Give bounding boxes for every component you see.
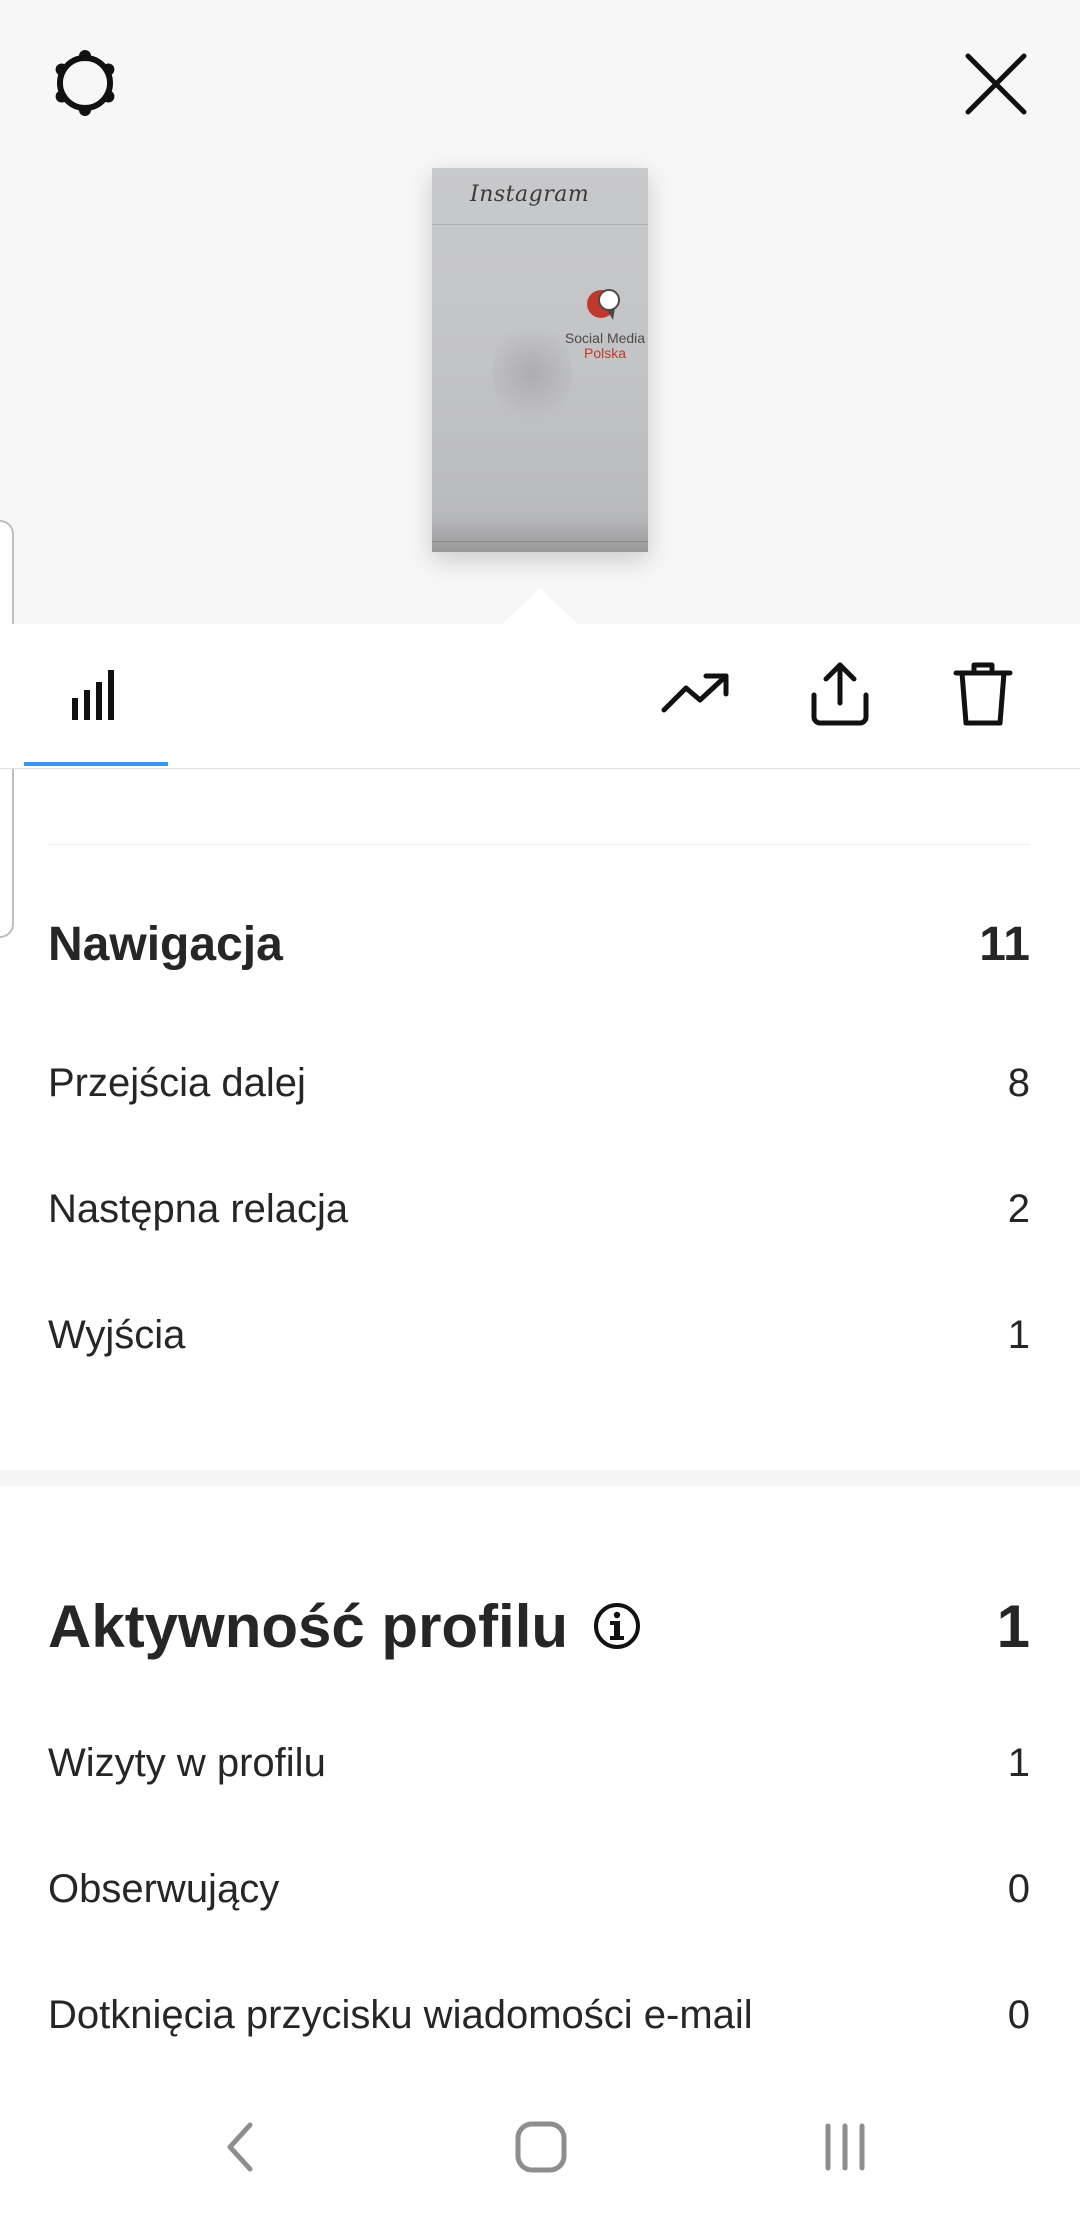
tab-insights[interactable] (24, 624, 168, 768)
metric-value: 8 (1007, 1060, 1030, 1105)
preview-pointer (502, 588, 578, 624)
instagram-wordmark: Instagram (470, 182, 590, 207)
home-button[interactable] (486, 2104, 596, 2194)
story-preview-area: Instagram Social Media Polska (0, 0, 1080, 624)
metric-value: 0 (1007, 1866, 1030, 1911)
divider (48, 844, 1030, 845)
info-icon[interactable] (592, 1601, 642, 1651)
tab-active-indicator (24, 762, 168, 766)
navigation-header: Nawigacja 11 (48, 914, 1030, 974)
list-item: Wyjścia 1 (48, 1310, 1030, 1360)
metric-label: Obserwujący (48, 1866, 280, 1911)
metric-label: Przejścia dalej (48, 1060, 306, 1105)
promote-button[interactable] (658, 658, 734, 734)
share-button[interactable] (802, 658, 878, 734)
metric-value: 1 (1007, 1312, 1030, 1357)
system-navigation-bar (0, 2080, 1080, 2220)
list-item: Obserwujący 0 (48, 1864, 1030, 1914)
navigation-total: 11 (979, 917, 1030, 971)
recents-icon (820, 2122, 870, 2177)
social-media-polska-logo: Social Media Polska (562, 286, 648, 382)
close-icon (964, 52, 1028, 121)
metric-value: 0 (1007, 1992, 1030, 2037)
metric-value: 1 (1007, 1740, 1030, 1785)
share-icon (808, 659, 872, 734)
metric-label: Dotknięcia przycisku wiadomości e-mail (48, 1992, 753, 2037)
recents-button[interactable] (790, 2104, 900, 2194)
section-divider (0, 1470, 1080, 1486)
list-item: Wizyty w profilu 1 (48, 1738, 1030, 1788)
metric-label: Wyjścia (48, 1312, 186, 1357)
logo-text-line2: Polska (583, 345, 627, 361)
metric-label: Wizyty w profilu (48, 1740, 326, 1785)
story-thumbnail[interactable]: Instagram Social Media Polska (432, 168, 648, 552)
trash-icon (952, 659, 1014, 734)
story-thumbnail-footer (432, 541, 648, 542)
metric-label: Następna relacja (48, 1186, 349, 1231)
trending-up-icon (660, 670, 732, 723)
profile-activity-total: 1 (996, 1592, 1030, 1660)
settings-icon (49, 47, 121, 124)
list-item: Przejścia dalej 8 (48, 1058, 1030, 1108)
bar-chart-icon (66, 664, 126, 729)
profile-activity-title: Aktywność profilu (48, 1592, 569, 1660)
logo-text-line1: Social Media (564, 330, 646, 346)
list-item: Następna relacja 2 (48, 1184, 1030, 1234)
speech-bubble-icon (587, 289, 620, 320)
profile-activity-header: Aktywność profilu 1 (48, 1584, 1030, 1668)
back-button[interactable] (185, 2104, 295, 2194)
list-item: Dotknięcia przycisku wiadomości e-mail 0 (48, 1990, 1030, 2040)
back-icon (220, 2119, 260, 2180)
navigation-title: Nawigacja (48, 917, 283, 971)
home-icon (513, 2119, 569, 2180)
story-toolbar (0, 624, 1080, 769)
settings-button[interactable] (40, 40, 130, 130)
delete-button[interactable] (945, 658, 1021, 734)
blurred-subject (492, 318, 572, 428)
metric-value: 2 (1007, 1186, 1030, 1231)
profile-activity-title-wrap: Aktywność profilu (48, 1592, 642, 1661)
close-button[interactable] (950, 40, 1042, 132)
